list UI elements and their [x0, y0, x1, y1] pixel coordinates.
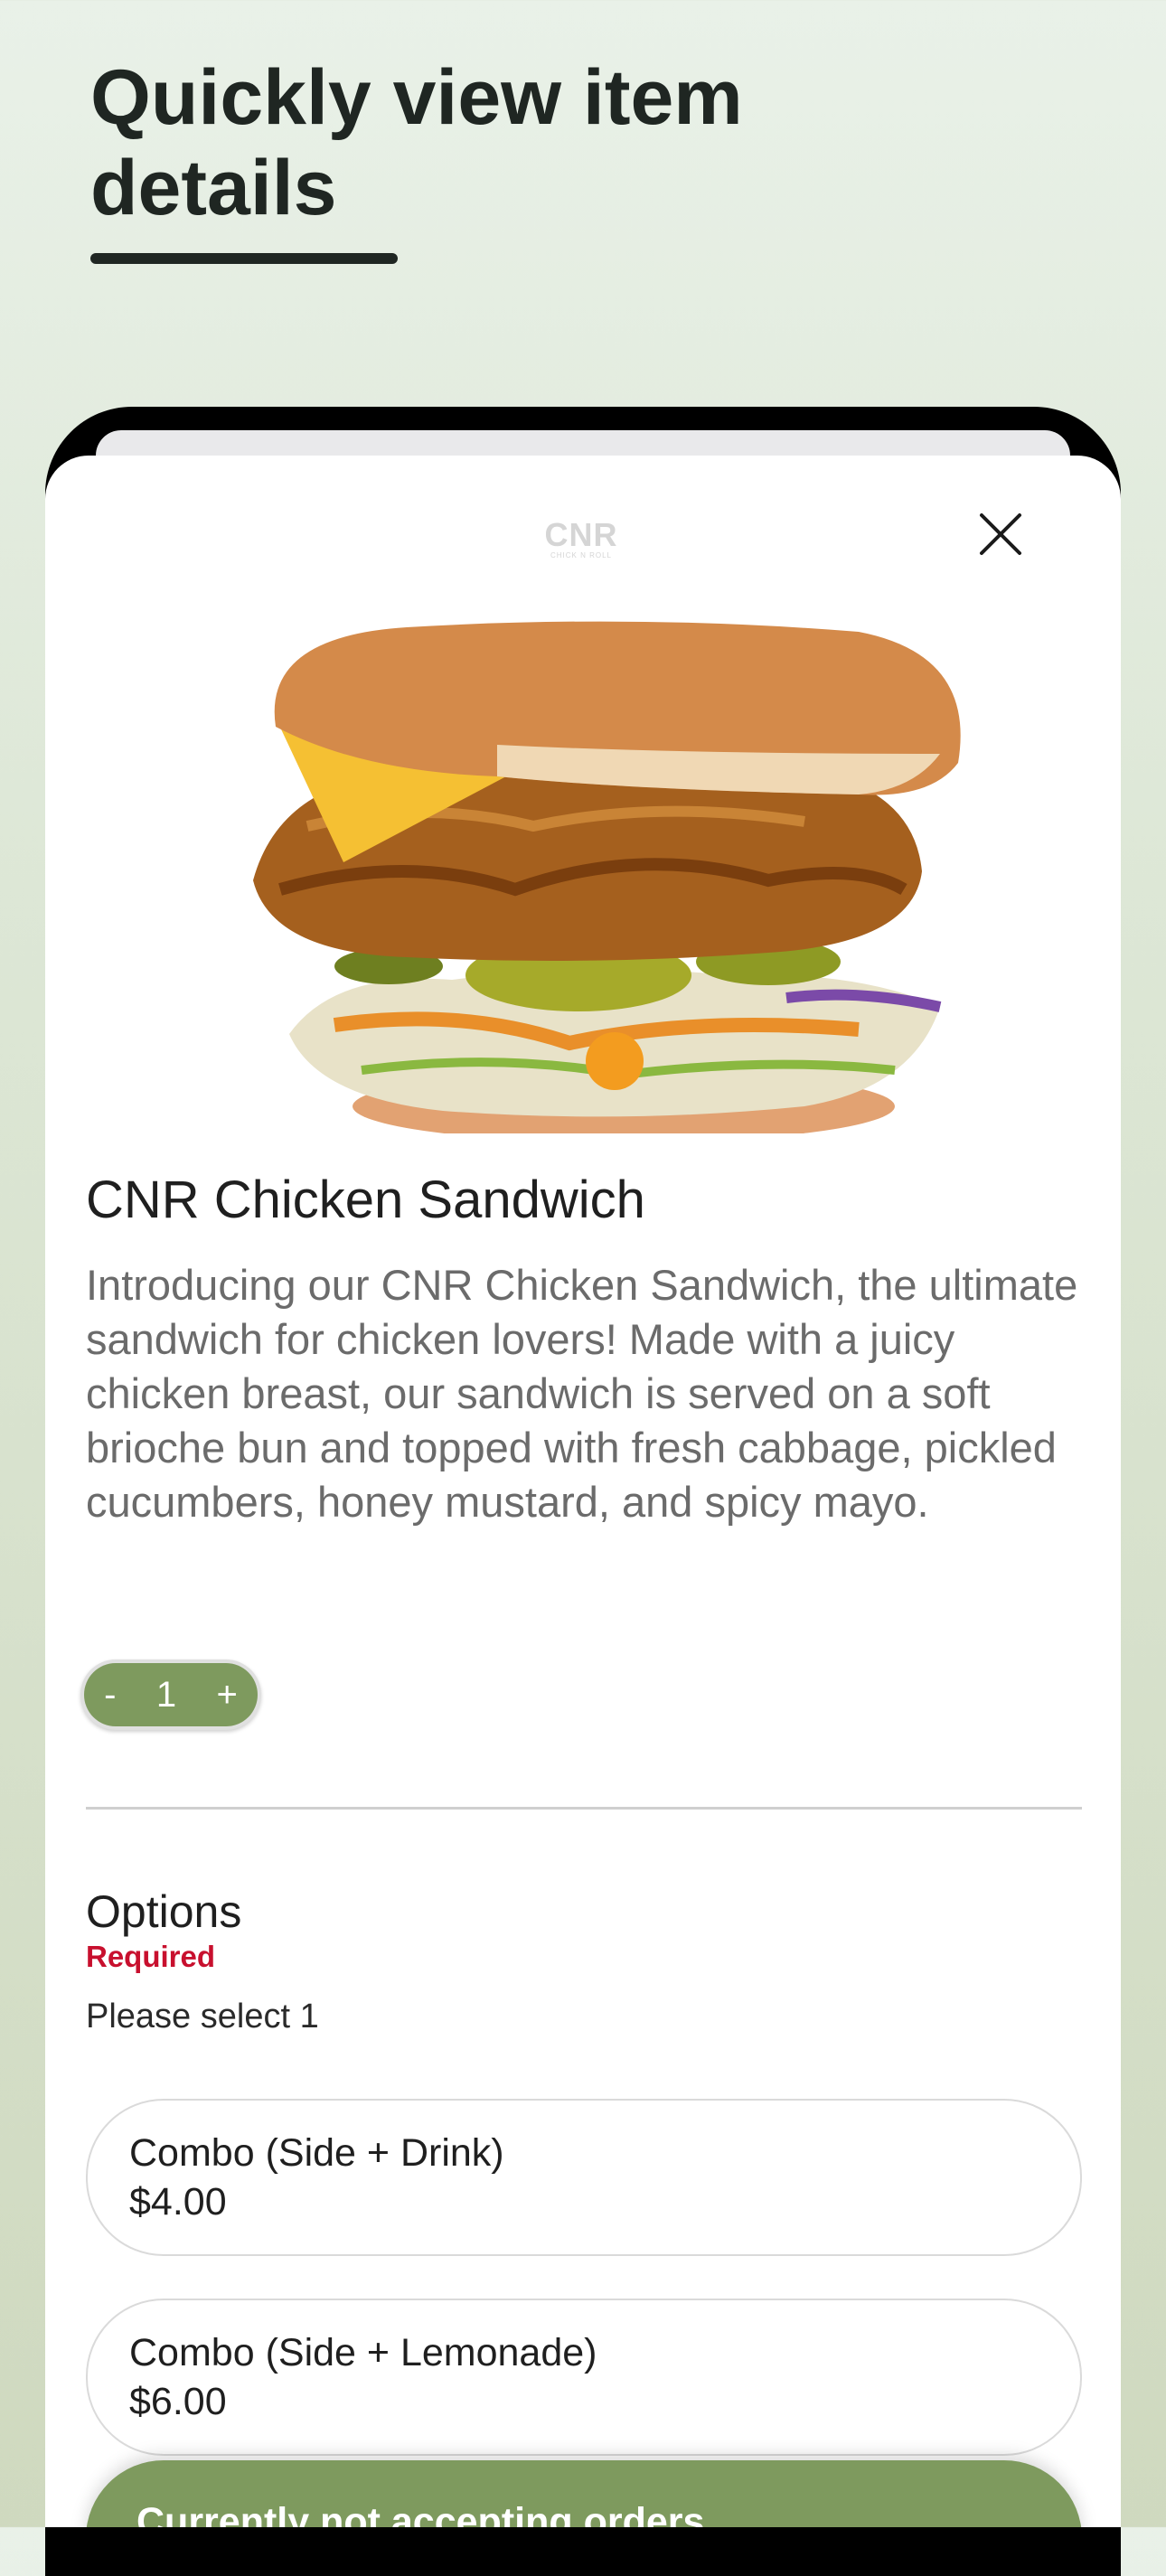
order-status-label: Currently not accepting orders [136, 2500, 705, 2527]
option-name: Combo (Side + Lemonade) [129, 2331, 597, 2374]
item-description: Introducing our CNR Chicken Sandwich, th… [86, 1261, 1078, 1526]
brand-logo-subtext: CHICK N ROLL [550, 551, 612, 559]
options-title: Options [86, 1886, 242, 1937]
required-badge: Required [86, 1940, 216, 1973]
close-button[interactable] [967, 501, 1034, 568]
increment-button[interactable]: + [216, 1675, 237, 1716]
order-status-button[interactable]: Currently not accepting orders [86, 2460, 1082, 2527]
quantity-value: 1 [155, 1674, 177, 1715]
brand-logo-text: CNR [544, 516, 618, 553]
option-combo-lemonade[interactable]: Combo (Side + Lemonade) $6.00 [86, 2299, 1082, 2456]
section-divider [86, 1807, 1082, 1810]
decrement-button[interactable]: - [104, 1675, 116, 1716]
item-detail-sheet: CNR CHICK N ROLL CNR Chicken Sandwich In… [45, 456, 1121, 2527]
chicken-sandwich-photo [253, 621, 961, 1133]
option-combo-drink[interactable]: Combo (Side + Drink) $4.00 [86, 2099, 1082, 2256]
brand-logo: CNR CHICK N ROLL [544, 519, 618, 562]
quantity-stepper: - 1 + [84, 1663, 258, 1726]
item-title: CNR Chicken Sandwich [86, 1170, 645, 1229]
close-icon [980, 513, 1021, 555]
headline-underline [90, 253, 398, 264]
option-price: $4.00 [129, 2180, 227, 2223]
page-headline: Quickly view item details [90, 54, 743, 231]
option-price: $6.00 [129, 2380, 227, 2423]
option-name: Combo (Side + Drink) [129, 2131, 504, 2175]
selection-hint: Please select 1 [86, 1998, 319, 2035]
